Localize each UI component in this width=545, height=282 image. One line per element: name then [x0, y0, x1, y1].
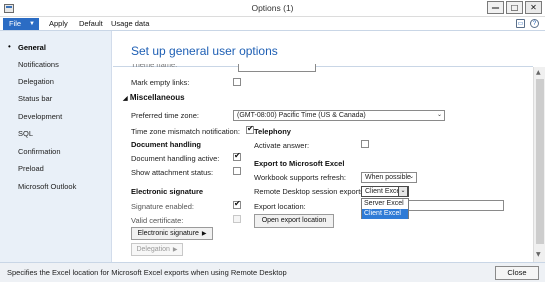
activate-answer-label: Activate answer: [254, 141, 310, 150]
layout-icon[interactable]: ▭ [516, 19, 525, 28]
sidebar-item-development[interactable]: Development [18, 112, 62, 121]
rdp-dropdown-toggle[interactable]: ⌄ [398, 186, 408, 197]
minimize-button[interactable]: — [487, 1, 504, 14]
collapse-triangle-icon: ◢ [123, 96, 128, 102]
tz-mismatch-checkbox[interactable] [246, 124, 254, 134]
document-handling-active-checkbox[interactable] [233, 151, 241, 161]
document-handling-active-label: Document handling active: [131, 154, 220, 163]
workbook-refresh-select[interactable]: When possible ⌄ [361, 172, 417, 183]
sidebar-item-notifications[interactable]: Notifications [18, 60, 59, 69]
status-text: Specifies the Excel location for Microso… [7, 268, 287, 277]
dropdown-option-server-excel[interactable]: Server Excel [362, 199, 408, 209]
mark-empty-links-label: Mark empty links: [131, 78, 190, 87]
menu-bar: File ▼ Apply Default Usage data ▭ ? [0, 17, 545, 31]
show-attachment-status-label: Show attachment status: [131, 168, 214, 177]
chevron-down-icon: ▼ [29, 21, 35, 27]
sidebar-item-confirmation[interactable]: Confirmation [18, 147, 61, 156]
valid-certificate-label: Valid certificate: [131, 216, 184, 225]
miscellaneous-heading[interactable]: ◢ Miscellaneous [123, 93, 185, 102]
rdp-exports-value: Client Excel [365, 188, 402, 195]
scroll-up-icon[interactable]: ▲ [536, 69, 541, 76]
telephony-heading: Telephony [254, 127, 291, 136]
open-export-location-button[interactable]: Open export location [254, 214, 334, 228]
usage-data-menu-item[interactable]: Usage data [111, 18, 149, 30]
status-bar: Specifies the Excel location for Microso… [0, 262, 545, 282]
preferred-time-zone-value: (GMT-08:00) Pacific Time (US & Canada) [237, 112, 366, 119]
scrollbar-thumb[interactable] [536, 79, 544, 244]
workbook-refresh-label: Workbook supports refresh: [254, 173, 346, 182]
signature-enabled-checkbox [233, 199, 241, 209]
help-icon[interactable]: ? [530, 19, 539, 28]
default-menu-item[interactable]: Default [79, 18, 103, 30]
file-menu-button[interactable]: File ▼ [3, 18, 39, 30]
file-menu-label: File [9, 19, 22, 28]
electronic-signature-heading: Electronic signature [131, 187, 204, 196]
title-bar: Options (1) — □ ✕ [0, 0, 545, 17]
valid-certificate-checkbox [233, 215, 241, 223]
sidebar-item-preload[interactable]: Preload [18, 164, 44, 173]
preferred-time-zone-label: Preferred time zone: [131, 111, 199, 120]
sidebar-item-status-bar[interactable]: Status bar [18, 94, 52, 103]
sidebar-item-general[interactable]: General [18, 43, 46, 52]
electronic-signature-button[interactable]: Electronic signature ▶ [131, 227, 213, 240]
delegation-button-label: Delegation [136, 246, 170, 253]
delegation-button[interactable]: Delegation ▶ [131, 243, 183, 256]
export-location-label: Export location: [254, 202, 306, 211]
vertical-scrollbar[interactable]: ▲ ▼ [533, 67, 545, 262]
close-button[interactable]: Close [495, 266, 539, 280]
export-excel-heading: Export to Microsoft Excel [254, 159, 345, 168]
apply-menu-item[interactable]: Apply [49, 18, 68, 30]
workbook-refresh-value: When possible [365, 174, 411, 181]
scroll-down-icon[interactable]: ▼ [536, 251, 541, 258]
rdp-dropdown-list: Server Excel Client Excel [361, 198, 409, 219]
close-window-button[interactable]: ✕ [525, 1, 542, 14]
chevron-down-icon: ⌄ [436, 112, 442, 118]
sidebar-item-delegation[interactable]: Delegation [18, 77, 54, 86]
show-attachment-status-checkbox[interactable] [233, 167, 241, 175]
preferred-time-zone-select[interactable]: (GMT-08:00) Pacific Time (US & Canada) ⌄ [233, 110, 445, 121]
maximize-button[interactable]: □ [506, 1, 523, 14]
miscellaneous-heading-text: Miscellaneous [129, 93, 185, 102]
chevron-down-icon: ⌄ [408, 174, 414, 180]
cut-off-label: Theme name: [131, 64, 178, 69]
window-controls: — □ ✕ [487, 1, 542, 14]
chevron-down-icon: ⌄ [400, 188, 406, 194]
electronic-signature-button-label: Electronic signature [137, 230, 199, 237]
rdp-exports-label: Remote Desktop session exports to: [254, 187, 375, 196]
chevron-right-icon: ▶ [172, 247, 178, 253]
window-title: Options (1) [251, 3, 294, 13]
sidebar-item-microsoft-outlook[interactable]: Microsoft Outlook [18, 182, 76, 191]
dropdown-option-client-excel[interactable]: Client Excel [362, 209, 408, 219]
tz-mismatch-label: Time zone mismatch notification: [131, 127, 240, 136]
document-handling-heading: Document handling [131, 140, 201, 149]
mark-empty-links-checkbox[interactable] [233, 78, 241, 86]
theme-field[interactable] [238, 64, 316, 72]
signature-enabled-label: Signature enabled: [131, 202, 194, 211]
active-bullet-icon: • [8, 42, 11, 51]
chevron-right-icon: ▶ [201, 231, 207, 237]
activate-answer-checkbox[interactable] [361, 140, 369, 148]
main-content: Set up general user options Theme name: … [113, 31, 545, 262]
sidebar: • General Notifications Delegation Statu… [0, 31, 112, 262]
sidebar-item-sql[interactable]: SQL [18, 129, 33, 138]
page-title: Set up general user options [131, 44, 278, 58]
